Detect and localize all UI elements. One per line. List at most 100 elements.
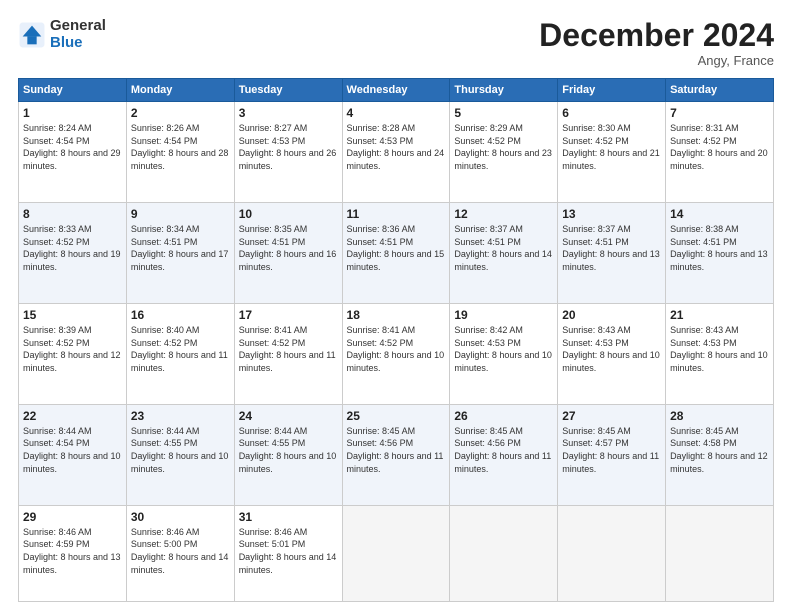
day-detail: Sunrise: 8:26 AMSunset: 4:54 PMDaylight:…	[131, 122, 230, 172]
weekday-header: Tuesday	[234, 79, 342, 102]
calendar-cell	[558, 505, 666, 601]
logo-icon	[18, 21, 46, 49]
day-detail: Sunrise: 8:41 AMSunset: 4:52 PMDaylight:…	[239, 324, 338, 374]
day-number: 30	[131, 510, 230, 524]
day-number: 31	[239, 510, 338, 524]
calendar-cell: 17Sunrise: 8:41 AMSunset: 4:52 PMDayligh…	[234, 303, 342, 404]
calendar-cell: 31 Sunrise: 8:46 AMSunset: 5:01 PMDayligh…	[234, 505, 342, 601]
title-block: December 2024 Angy, France	[539, 18, 774, 68]
calendar-cell: 5 Sunrise: 8:29 AMSunset: 4:52 PMDaylight…	[450, 102, 558, 203]
day-detail: Sunrise: 8:42 AMSunset: 4:53 PMDaylight:…	[454, 324, 553, 374]
day-detail: Sunrise: 8:39 AMSunset: 4:52 PMDaylight:…	[23, 324, 122, 374]
day-number: 9	[131, 207, 230, 221]
weekday-header: Sunday	[19, 79, 127, 102]
day-detail: Sunrise: 8:43 AMSunset: 4:53 PMDaylight:…	[670, 324, 769, 374]
calendar-page: General Blue December 2024 Angy, France …	[0, 0, 792, 612]
weekday-header: Wednesday	[342, 79, 450, 102]
day-detail: Sunrise: 8:44 AMSunset: 4:54 PMDaylight:…	[23, 425, 122, 475]
day-number: 21	[670, 308, 769, 322]
calendar-week-row: 29Sunrise: 8:46 AMSunset: 4:59 PMDayligh…	[19, 505, 774, 601]
calendar-cell: 18Sunrise: 8:41 AMSunset: 4:52 PMDayligh…	[342, 303, 450, 404]
day-number: 2	[131, 106, 230, 120]
day-number: 26	[454, 409, 553, 423]
calendar-cell: 29Sunrise: 8:46 AMSunset: 4:59 PMDayligh…	[19, 505, 127, 601]
day-detail: Sunrise: 8:45 AMSunset: 4:56 PMDaylight:…	[347, 425, 446, 475]
day-number: 4	[347, 106, 446, 120]
calendar-cell: 19Sunrise: 8:42 AMSunset: 4:53 PMDayligh…	[450, 303, 558, 404]
calendar-cell	[450, 505, 558, 601]
calendar-week-row: 1Sunrise: 8:24 AMSunset: 4:54 PMDaylight…	[19, 102, 774, 203]
calendar-cell: 25 Sunrise: 8:45 AMSunset: 4:56 PMDayligh…	[342, 404, 450, 505]
logo-blue: Blue	[50, 35, 106, 52]
day-number: 18	[347, 308, 446, 322]
calendar-cell: 2 Sunrise: 8:26 AMSunset: 4:54 PMDaylight…	[126, 102, 234, 203]
location: Angy, France	[539, 53, 774, 68]
logo: General Blue	[18, 18, 106, 51]
calendar-cell: 14 Sunrise: 8:38 AMSunset: 4:51 PMDayligh…	[666, 203, 774, 304]
day-detail: Sunrise: 8:37 AMSunset: 4:51 PMDaylight:…	[562, 223, 661, 273]
calendar-cell: 26 Sunrise: 8:45 AMSunset: 4:56 PMDayligh…	[450, 404, 558, 505]
weekday-header: Thursday	[450, 79, 558, 102]
calendar-table: SundayMondayTuesdayWednesdayThursdayFrid…	[18, 78, 774, 602]
day-number: 15	[23, 308, 122, 322]
day-number: 3	[239, 106, 338, 120]
logo-text: General Blue	[50, 18, 106, 51]
day-detail: Sunrise: 8:43 AMSunset: 4:53 PMDaylight:…	[562, 324, 661, 374]
day-number: 11	[347, 207, 446, 221]
calendar-cell	[342, 505, 450, 601]
calendar-cell: 1Sunrise: 8:24 AMSunset: 4:54 PMDaylight…	[19, 102, 127, 203]
day-detail: Sunrise: 8:45 AMSunset: 4:57 PMDaylight:…	[562, 425, 661, 475]
day-detail: Sunrise: 8:27 AMSunset: 4:53 PMDaylight:…	[239, 122, 338, 172]
calendar-week-row: 8 Sunrise: 8:33 AMSunset: 4:52 PMDaylight…	[19, 203, 774, 304]
day-detail: Sunrise: 8:45 AMSunset: 4:58 PMDaylight:…	[670, 425, 769, 475]
header: General Blue December 2024 Angy, France	[18, 18, 774, 68]
day-detail: Sunrise: 8:45 AMSunset: 4:56 PMDaylight:…	[454, 425, 553, 475]
calendar-cell: 28 Sunrise: 8:45 AMSunset: 4:58 PMDayligh…	[666, 404, 774, 505]
day-detail: Sunrise: 8:29 AMSunset: 4:52 PMDaylight:…	[454, 122, 553, 172]
calendar-cell: 30 Sunrise: 8:46 AMSunset: 5:00 PMDayligh…	[126, 505, 234, 601]
day-number: 8	[23, 207, 122, 221]
month-title: December 2024	[539, 18, 774, 53]
calendar-cell: 11 Sunrise: 8:36 AMSunset: 4:51 PMDayligh…	[342, 203, 450, 304]
calendar-cell: 9Sunrise: 8:34 AMSunset: 4:51 PMDaylight…	[126, 203, 234, 304]
day-detail: Sunrise: 8:28 AMSunset: 4:53 PMDaylight:…	[347, 122, 446, 172]
day-number: 24	[239, 409, 338, 423]
day-detail: Sunrise: 8:33 AMSunset: 4:52 PMDaylight:…	[23, 223, 122, 273]
day-number: 10	[239, 207, 338, 221]
day-number: 25	[347, 409, 446, 423]
day-detail: Sunrise: 8:30 AMSunset: 4:52 PMDaylight:…	[562, 122, 661, 172]
calendar-cell: 4 Sunrise: 8:28 AMSunset: 4:53 PMDaylight…	[342, 102, 450, 203]
day-detail: Sunrise: 8:31 AMSunset: 4:52 PMDaylight:…	[670, 122, 769, 172]
day-detail: Sunrise: 8:40 AMSunset: 4:52 PMDaylight:…	[131, 324, 230, 374]
day-detail: Sunrise: 8:44 AMSunset: 4:55 PMDaylight:…	[239, 425, 338, 475]
weekday-header: Monday	[126, 79, 234, 102]
calendar-cell: 22 Sunrise: 8:44 AMSunset: 4:54 PMDayligh…	[19, 404, 127, 505]
day-number: 6	[562, 106, 661, 120]
calendar-cell: 7 Sunrise: 8:31 AMSunset: 4:52 PMDaylight…	[666, 102, 774, 203]
day-detail: Sunrise: 8:46 AMSunset: 5:01 PMDaylight:…	[239, 526, 338, 576]
day-number: 23	[131, 409, 230, 423]
calendar-week-row: 22 Sunrise: 8:44 AMSunset: 4:54 PMDayligh…	[19, 404, 774, 505]
weekday-header: Saturday	[666, 79, 774, 102]
day-detail: Sunrise: 8:46 AMSunset: 5:00 PMDaylight:…	[131, 526, 230, 576]
calendar-cell: 15 Sunrise: 8:39 AMSunset: 4:52 PMDayligh…	[19, 303, 127, 404]
calendar-cell: 20 Sunrise: 8:43 AMSunset: 4:53 PMDayligh…	[558, 303, 666, 404]
day-number: 12	[454, 207, 553, 221]
day-number: 5	[454, 106, 553, 120]
day-number: 14	[670, 207, 769, 221]
day-number: 29	[23, 510, 122, 524]
weekday-header-row: SundayMondayTuesdayWednesdayThursdayFrid…	[19, 79, 774, 102]
logo-general: General	[50, 18, 106, 35]
day-number: 28	[670, 409, 769, 423]
day-detail: Sunrise: 8:38 AMSunset: 4:51 PMDaylight:…	[670, 223, 769, 273]
day-number: 16	[131, 308, 230, 322]
day-number: 20	[562, 308, 661, 322]
calendar-cell: 16 Sunrise: 8:40 AMSunset: 4:52 PMDayligh…	[126, 303, 234, 404]
day-number: 7	[670, 106, 769, 120]
day-detail: Sunrise: 8:35 AMSunset: 4:51 PMDaylight:…	[239, 223, 338, 273]
weekday-header: Friday	[558, 79, 666, 102]
day-number: 22	[23, 409, 122, 423]
calendar-week-row: 15 Sunrise: 8:39 AMSunset: 4:52 PMDayligh…	[19, 303, 774, 404]
calendar-cell: 23Sunrise: 8:44 AMSunset: 4:55 PMDayligh…	[126, 404, 234, 505]
day-detail: Sunrise: 8:36 AMSunset: 4:51 PMDaylight:…	[347, 223, 446, 273]
